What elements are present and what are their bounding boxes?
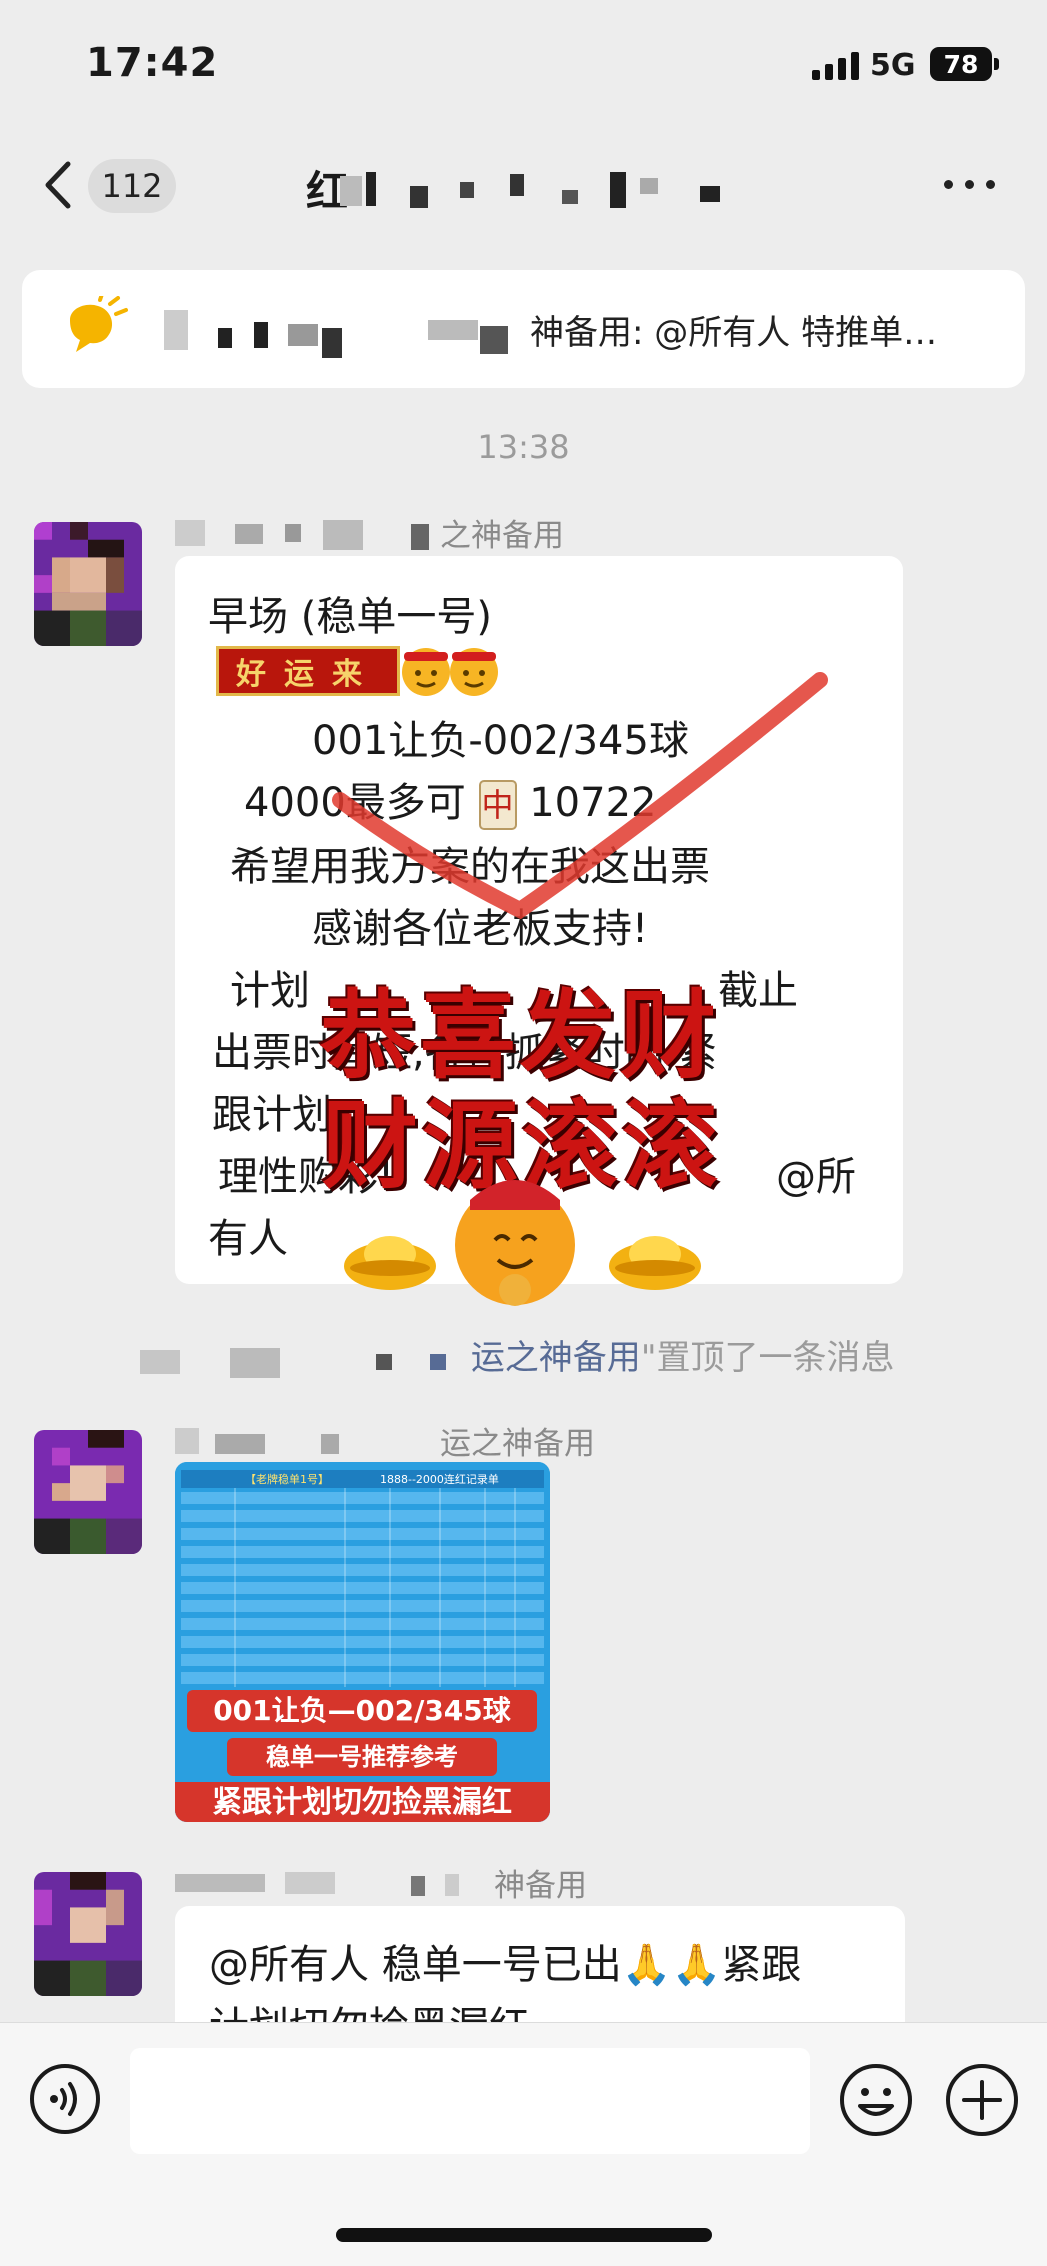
redacted-sender-blur	[164, 310, 508, 358]
fortune-emoji-icon	[455, 1180, 575, 1306]
redacted-title-blur	[340, 172, 720, 208]
home-indicator[interactable]	[336, 2228, 712, 2242]
back-icon[interactable]	[40, 160, 80, 210]
table-subtitle: 1888--2000连红记录单	[380, 1473, 499, 1486]
message-text: @所有人 稳单一号已出	[209, 1942, 622, 1988]
system-message-text: "置顶了一条消息	[640, 1338, 895, 1378]
good-luck-banner: 好运来	[216, 646, 400, 696]
redacted-sender-blur	[175, 1428, 339, 1454]
pray-emoji-icon: 🙏🙏	[621, 1942, 722, 1988]
redacted-sender-blur	[175, 1872, 459, 1896]
message-line: 跟计划	[212, 1092, 332, 1138]
lottery-record-image: 【老牌稳单1号】 1888--2000连红记录单 001让负—002/345球 …	[175, 1462, 550, 1822]
sender-name: 神备用	[494, 1868, 587, 1904]
message-line: 截止	[718, 968, 798, 1014]
sender-name: 之神备用	[440, 518, 564, 554]
mahjong-tile-icon: 中	[478, 780, 517, 830]
message-line: 001让负-002/345球	[312, 718, 689, 764]
timestamp: 13:38	[477, 428, 570, 466]
status-time: 17:42	[86, 40, 219, 86]
voice-icon[interactable]	[28, 2062, 102, 2136]
image-banner: 001让负—002/345球	[213, 1694, 512, 1727]
plus-icon[interactable]	[944, 2062, 1020, 2138]
message-text: 紧跟	[721, 1942, 802, 1988]
message-line: 希望用我方案的在我这出票	[230, 844, 710, 890]
avatar[interactable]	[34, 1430, 142, 1554]
message-line: 早场 (稳单一号)	[208, 594, 492, 640]
gold-ingot-icon	[344, 1236, 436, 1290]
redacted-name-blur	[140, 1347, 446, 1378]
message-line: 4000最多可 中 10722	[244, 770, 656, 830]
message-line: 有人	[208, 1216, 288, 1262]
emoji-icon[interactable]	[838, 2062, 914, 2138]
system-message: 运之神备用"置顶了一条消息	[140, 1330, 894, 1380]
avatar[interactable]	[34, 522, 142, 646]
image-banner: 稳单一号推荐参考	[266, 1743, 458, 1771]
more-icon[interactable]	[944, 180, 995, 189]
image-message[interactable]: 【老牌稳单1号】 1888--2000连红记录单 001让负—002/345球 …	[175, 1462, 550, 1822]
image-banner: 紧跟计划切勿捡黑漏红	[212, 1785, 512, 1820]
message-text: 4000最多可	[244, 780, 466, 826]
battery-icon: 78	[930, 47, 992, 81]
message-line: @所有人 稳单一号已出🙏🙏紧跟	[209, 1932, 801, 1990]
salute-emoji-icon	[450, 648, 498, 696]
redacted-sender-blur	[175, 520, 429, 550]
system-message-name[interactable]: 运之神备用	[471, 1338, 641, 1378]
sender-name: 运之神备用	[440, 1426, 595, 1462]
pinned-message-text: 神备用: @所有人 特推单…	[530, 313, 938, 353]
message-line: @所	[776, 1154, 856, 1200]
announcement-icon	[60, 292, 130, 362]
salute-emoji-icon	[402, 648, 450, 696]
message-line: 计划	[230, 968, 310, 1014]
signal-icon	[812, 50, 859, 80]
avatar[interactable]	[34, 1872, 142, 1996]
message-text: 10722	[529, 780, 657, 826]
message-line: 感谢各位老板支持!	[312, 906, 649, 952]
battery-tip	[994, 58, 999, 70]
message-input[interactable]	[130, 2048, 810, 2154]
gold-ingot-icon	[609, 1236, 701, 1290]
unread-count-badge[interactable]: 112	[88, 159, 176, 213]
network-label: 5G	[870, 48, 916, 83]
table-title: 【老牌稳单1号】	[245, 1472, 329, 1486]
